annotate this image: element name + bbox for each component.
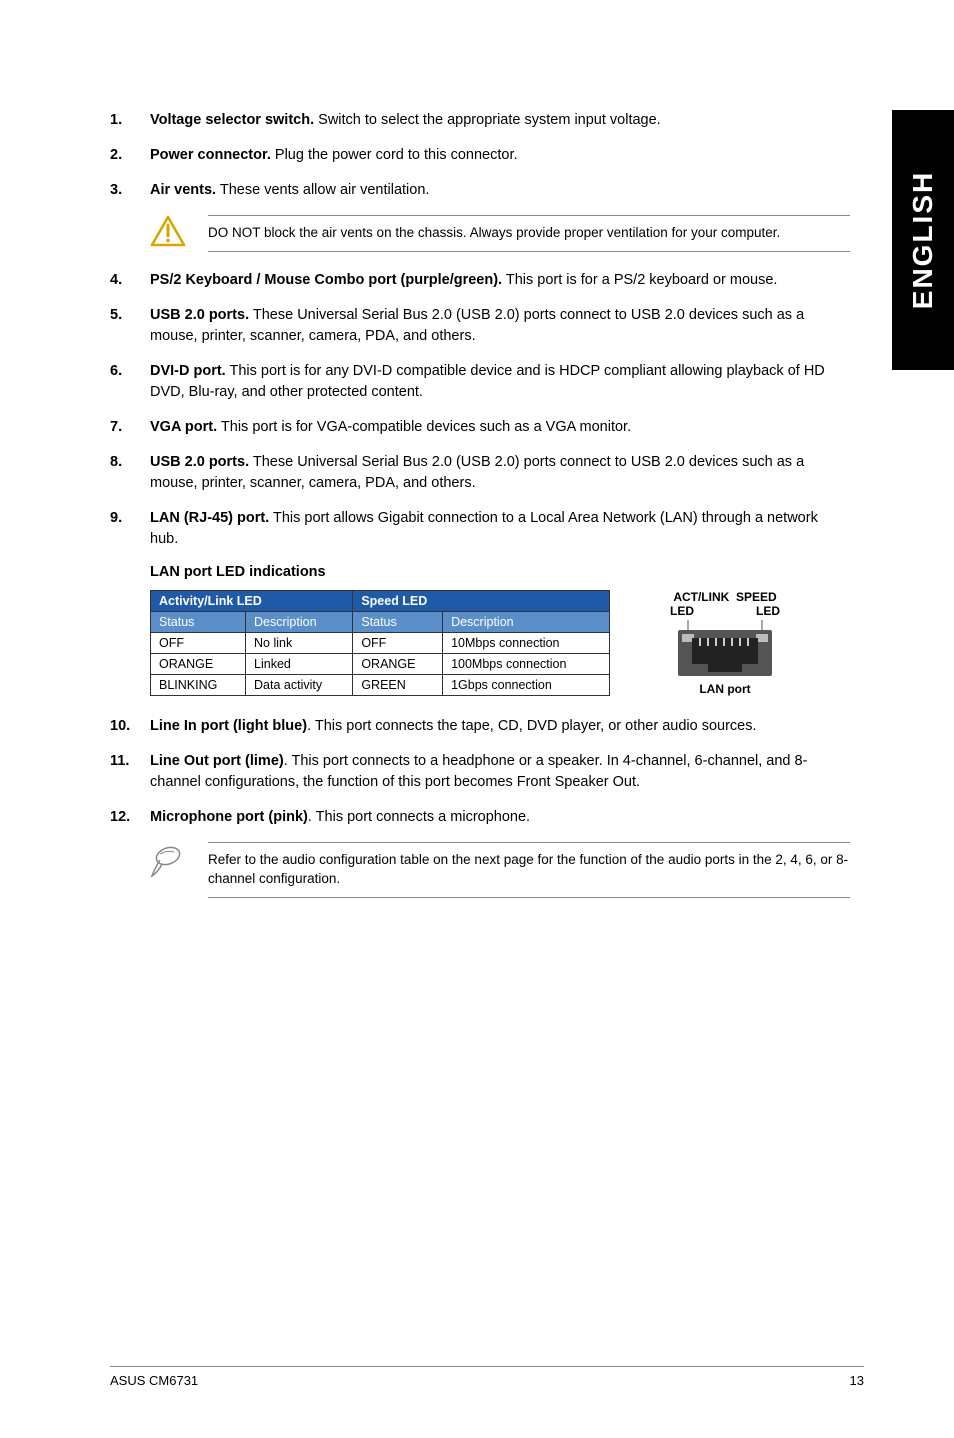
item-body: Voltage selector switch. Switch to selec… <box>150 110 850 131</box>
list-item: 5.USB 2.0 ports. These Universal Serial … <box>110 305 850 347</box>
item-number: 2. <box>110 145 150 166</box>
led-group1: Activity/Link LED <box>151 591 353 612</box>
item-number: 1. <box>110 110 150 131</box>
item-body: Power connector. Plug the power cord to … <box>150 145 850 166</box>
list-item: 8.USB 2.0 ports. These Universal Serial … <box>110 452 850 494</box>
table-row: BLINKINGData activityGREEN1Gbps connecti… <box>151 675 610 696</box>
lan-port-caption: LAN port <box>670 682 780 696</box>
item-number: 10. <box>110 716 150 737</box>
list-item: 12.Microphone port (pink). This port con… <box>110 807 850 828</box>
item-number: 3. <box>110 180 150 201</box>
item-body: DVI-D port. This port is for any DVI-D c… <box>150 361 850 403</box>
list-item: 6.DVI-D port. This port is for any DVI-D… <box>110 361 850 403</box>
warning-callout: DO NOT block the air vents on the chassi… <box>150 215 850 252</box>
item-body: Air vents. These vents allow air ventila… <box>150 180 850 201</box>
note-text: Refer to the audio configuration table o… <box>208 842 850 898</box>
item-number: 8. <box>110 452 150 494</box>
item-number: 4. <box>110 270 150 291</box>
item-body: LAN (RJ-45) port. This port allows Gigab… <box>150 508 850 550</box>
led-h3: Status <box>353 612 443 633</box>
footer-page-number: 13 <box>850 1373 864 1388</box>
table-row: OFFNo linkOFF10Mbps connection <box>151 633 610 654</box>
item-body: Microphone port (pink). This port connec… <box>150 807 850 828</box>
led-table: Activity/Link LED Speed LED Status Descr… <box>150 590 610 696</box>
item-number: 5. <box>110 305 150 347</box>
list-item: 9.LAN (RJ-45) port. This port allows Gig… <box>110 508 850 550</box>
led-indications-heading: LAN port LED indications <box>150 564 850 580</box>
list-item: 3.Air vents. These vents allow air venti… <box>110 180 850 201</box>
item-body: USB 2.0 ports. These Universal Serial Bu… <box>150 305 850 347</box>
note-icon <box>150 842 190 883</box>
table-row: ORANGELinkedORANGE100Mbps connection <box>151 654 610 675</box>
list-item: 4.PS/2 Keyboard / Mouse Combo port (purp… <box>110 270 850 291</box>
lan-port-figure: ACT/LINK SPEED LED LED <box>670 590 780 696</box>
warning-text: DO NOT block the air vents on the chassi… <box>208 215 850 252</box>
page-footer: ASUS CM6731 13 <box>110 1366 864 1388</box>
item-body: USB 2.0 ports. These Universal Serial Bu… <box>150 452 850 494</box>
led-group2: Speed LED <box>353 591 610 612</box>
list-item: 11.Line Out port (lime). This port conne… <box>110 751 850 793</box>
item-body: Line Out port (lime). This port connects… <box>150 751 850 793</box>
footer-model: ASUS CM6731 <box>110 1373 198 1388</box>
led-h4: Description <box>443 612 610 633</box>
item-number: 6. <box>110 361 150 403</box>
item-number: 7. <box>110 417 150 438</box>
item-body: VGA port. This port is for VGA-compatibl… <box>150 417 850 438</box>
list-item: 2.Power connector. Plug the power cord t… <box>110 145 850 166</box>
item-body: Line In port (light blue). This port con… <box>150 716 850 737</box>
item-body: PS/2 Keyboard / Mouse Combo port (purple… <box>150 270 850 291</box>
item-number: 9. <box>110 508 150 550</box>
item-number: 12. <box>110 807 150 828</box>
list-item: 7.VGA port. This port is for VGA-compati… <box>110 417 850 438</box>
warning-icon <box>150 215 190 252</box>
item-number: 11. <box>110 751 150 793</box>
list-item: 10.Line In port (light blue). This port … <box>110 716 850 737</box>
list-item: 1.Voltage selector switch. Switch to sel… <box>110 110 850 131</box>
note-callout: Refer to the audio configuration table o… <box>150 842 850 898</box>
led-h2: Description <box>246 612 353 633</box>
led-h1: Status <box>151 612 246 633</box>
lan-port-icon <box>670 620 780 678</box>
